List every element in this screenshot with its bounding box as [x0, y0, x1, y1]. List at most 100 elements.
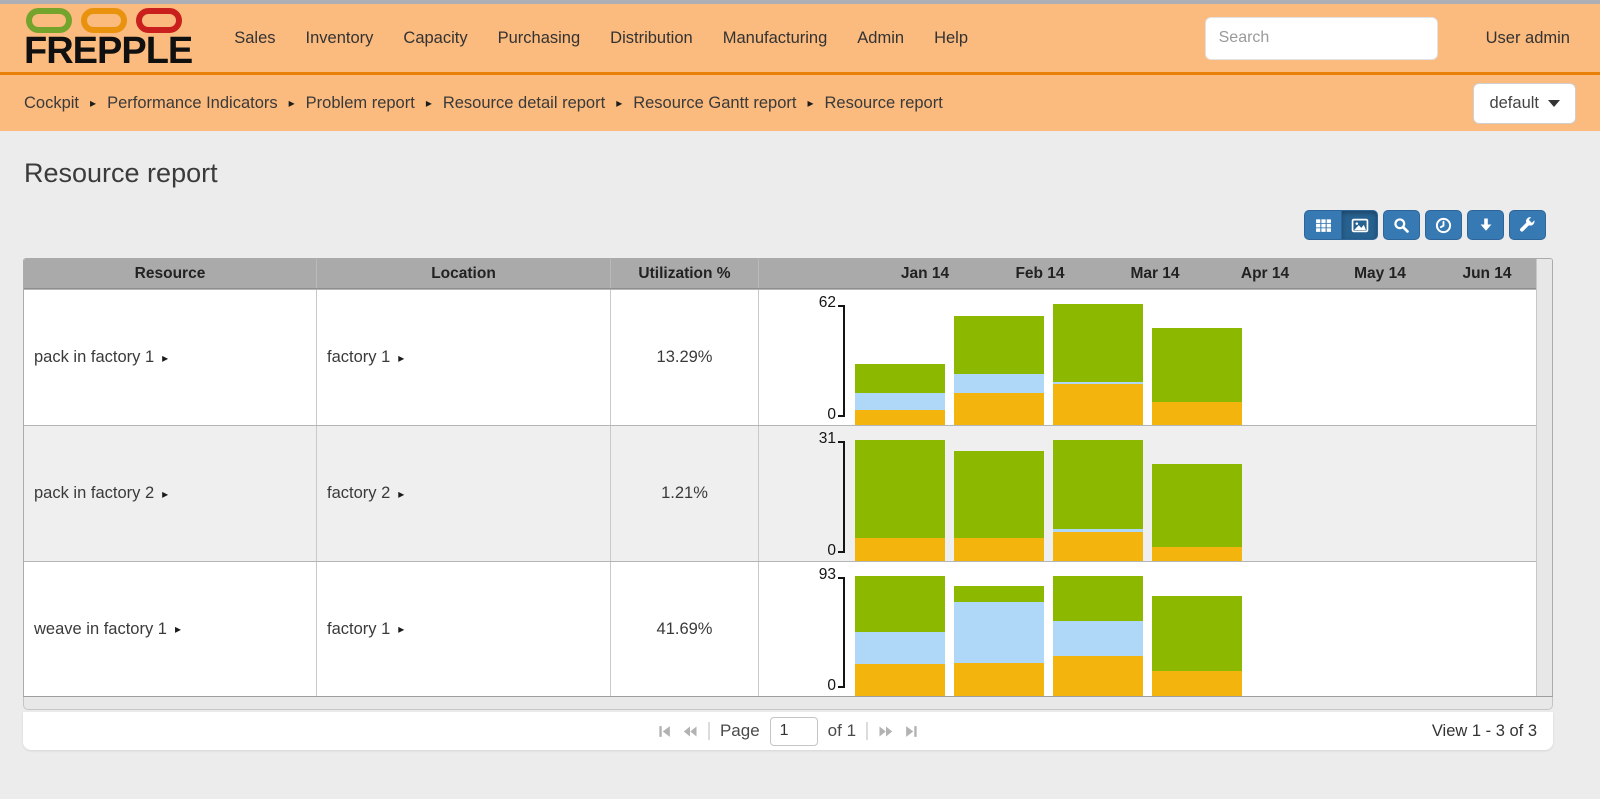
pager-divider — [708, 722, 710, 740]
location-cell: factory 2 ▸ — [317, 426, 611, 561]
utilization-cell: 1.21% — [611, 426, 759, 561]
bar-segment-orange — [1152, 671, 1242, 696]
bar-segment-green — [954, 451, 1044, 538]
bar-segment-green — [954, 586, 1044, 602]
menu-item-help[interactable]: Help — [934, 29, 968, 48]
location-name: factory 1 — [327, 620, 390, 639]
menu-item-manufacturing[interactable]: Manufacturing — [723, 29, 828, 48]
table-header-row: Resource Location Utilization % Jan 14 F… — [24, 259, 1536, 289]
bar-segment-green — [1053, 440, 1143, 529]
page-label: Page — [720, 721, 760, 741]
menu-item-inventory[interactable]: Inventory — [306, 29, 374, 48]
clock-icon — [1435, 217, 1452, 234]
drilldown-arrow-icon[interactable]: ▸ — [398, 622, 404, 636]
drilldown-arrow-icon[interactable]: ▸ — [175, 622, 181, 636]
menu-item-sales[interactable]: Sales — [234, 29, 275, 48]
bar-segment-orange — [1152, 547, 1242, 561]
breadcrumb-separator-icon: ▸ — [289, 96, 295, 110]
breadcrumb: Cockpit ▸ Performance Indicators ▸ Probl… — [0, 75, 1600, 131]
download-button[interactable] — [1467, 210, 1504, 240]
month-header: Apr 14 — [1241, 265, 1289, 283]
column-header-location[interactable]: Location — [317, 259, 611, 288]
report-toolbar — [1304, 210, 1546, 240]
vertical-scrollbar[interactable] — [1536, 259, 1552, 696]
bar-segment-orange — [855, 410, 945, 425]
resource-cell: pack in factory 1 ▸ — [24, 290, 317, 425]
utilization-chart: 93 0 — [759, 562, 1536, 696]
location-name: factory 2 — [327, 484, 390, 503]
drilldown-arrow-icon[interactable]: ▸ — [162, 487, 168, 501]
bar-segment-orange — [1053, 656, 1143, 696]
view-toggle-group — [1304, 210, 1378, 240]
breadcrumb-problem-report[interactable]: Problem report — [306, 94, 415, 113]
bar-segment-green — [1053, 304, 1143, 382]
frepple-logo[interactable]: FREPPLE — [24, 8, 192, 69]
image-icon — [1351, 217, 1369, 234]
column-header-months: Jan 14 Feb 14 Mar 14 Apr 14 May 14 Jun 1… — [759, 259, 1536, 288]
download-icon — [1478, 217, 1494, 233]
bar-segment-blue — [954, 602, 1044, 663]
last-page-icon — [904, 724, 919, 739]
previous-page-button[interactable] — [682, 724, 698, 739]
column-header-resource[interactable]: Resource — [24, 259, 317, 288]
next-page-button[interactable] — [878, 724, 894, 739]
bar-segment-green — [855, 364, 945, 393]
month-header: May 14 — [1354, 265, 1406, 283]
bar-segment-green — [1152, 464, 1242, 547]
first-page-button[interactable] — [657, 724, 672, 739]
column-header-utilization[interactable]: Utilization % — [611, 259, 759, 288]
y-axis — [838, 577, 845, 688]
bar-segment-orange — [954, 538, 1044, 561]
table-row: weave in factory 1 ▸ factory 1 ▸ 41.69% … — [24, 561, 1536, 696]
axis-max-label: 62 — [759, 294, 836, 312]
search-input[interactable] — [1205, 17, 1438, 60]
drilldown-arrow-icon[interactable]: ▸ — [398, 351, 404, 365]
drilldown-arrow-icon[interactable]: ▸ — [398, 487, 404, 501]
page-number-input[interactable] — [770, 717, 818, 746]
table-view-button[interactable] — [1304, 210, 1341, 240]
axis-zero-label: 0 — [759, 542, 836, 560]
next-page-icon — [878, 724, 894, 739]
axis-max-label: 93 — [759, 566, 836, 584]
pager-bar: Page of 1 View 1 - 3 of 3 — [23, 712, 1553, 750]
graph-view-button[interactable] — [1341, 210, 1378, 240]
breadcrumb-resource-detail-report[interactable]: Resource detail report — [443, 94, 605, 113]
utilization-chart: 62 0 — [759, 290, 1536, 425]
axis-max-label: 31 — [759, 430, 836, 448]
view-selector-dropdown[interactable]: default — [1473, 83, 1576, 124]
page-title: Resource report — [24, 158, 1600, 189]
breadcrumb-separator-icon: ▸ — [90, 96, 96, 110]
menu-item-distribution[interactable]: Distribution — [610, 29, 693, 48]
bar-segment-green — [954, 316, 1044, 374]
menu-item-admin[interactable]: Admin — [857, 29, 904, 48]
customize-button[interactable] — [1509, 210, 1546, 240]
drilldown-arrow-icon[interactable]: ▸ — [162, 351, 168, 365]
location-cell: factory 1 ▸ — [317, 290, 611, 425]
last-page-button[interactable] — [904, 724, 919, 739]
bar-segment-blue — [855, 393, 945, 410]
month-header: Mar 14 — [1130, 265, 1179, 283]
breadcrumb-resource-report[interactable]: Resource report — [825, 94, 943, 113]
view-range-label: View 1 - 3 of 3 — [1432, 722, 1537, 741]
user-menu[interactable]: User admin — [1486, 29, 1570, 48]
bar-segment-green — [1152, 328, 1242, 402]
bar-segment-green — [1053, 576, 1143, 621]
menu-item-capacity[interactable]: Capacity — [403, 29, 467, 48]
bar-segment-orange — [855, 538, 945, 561]
chevron-down-icon — [1548, 100, 1560, 107]
bar-segment-green — [855, 440, 945, 538]
time-bucket-button[interactable] — [1425, 210, 1462, 240]
breadcrumb-cockpit[interactable]: Cockpit — [24, 94, 79, 113]
search-button[interactable] — [1383, 210, 1420, 240]
utilization-chart: 31 0 — [759, 426, 1536, 561]
pagination-controls: Page of 1 — [657, 717, 919, 746]
resource-cell: weave in factory 1 ▸ — [24, 562, 317, 696]
pager-divider — [866, 722, 868, 740]
menu-item-purchasing[interactable]: Purchasing — [498, 29, 581, 48]
month-header: Feb 14 — [1015, 265, 1064, 283]
breadcrumb-resource-gantt-report[interactable]: Resource Gantt report — [633, 94, 796, 113]
main-menu: Sales Inventory Capacity Purchasing Dist… — [234, 29, 968, 48]
horizontal-scrollbar[interactable] — [23, 697, 1553, 710]
utilization-cell: 41.69% — [611, 562, 759, 696]
breadcrumb-performance-indicators[interactable]: Performance Indicators — [107, 94, 278, 113]
